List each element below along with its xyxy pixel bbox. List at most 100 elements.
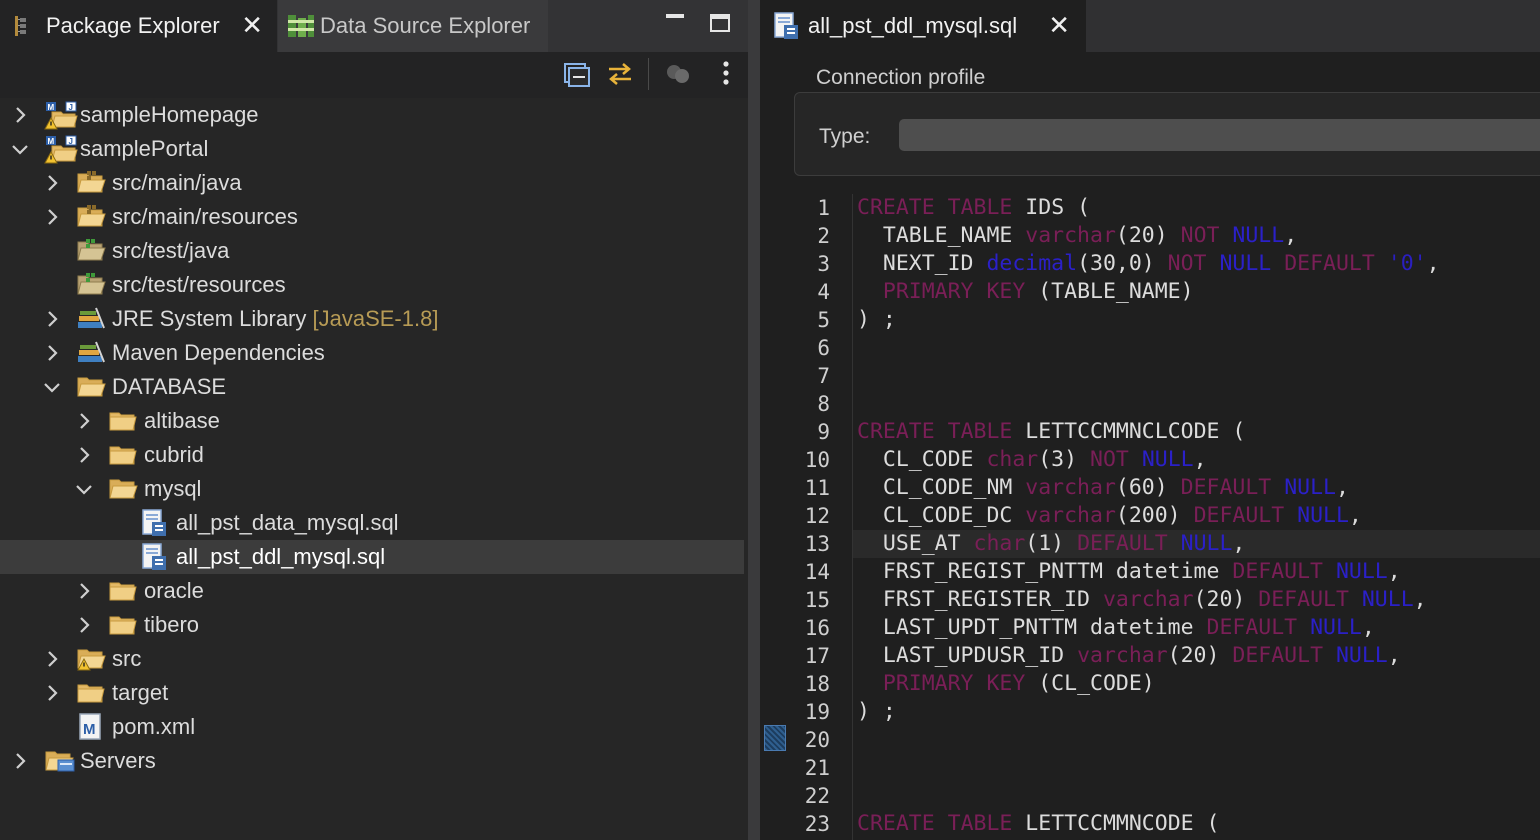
tree-item[interactable]: tibero [0,608,744,642]
sql-keyword: KEY [986,279,1026,304]
line-number: 18 [804,672,830,696]
code-text: , [1387,643,1401,668]
code-line: LAST_UPDUSR_ID varchar(20) DEFAULT NULL, [857,642,1540,670]
code-text: , [1426,251,1440,276]
sql-keyword: PRIMARY [882,279,974,304]
code-text: NEXT_ID [857,251,987,276]
tree-item[interactable]: src/main/resources [0,200,744,234]
library-icon [76,304,106,332]
code-text: (20) [1167,643,1233,668]
test-source-folder-icon [76,236,106,264]
tree-item-label: JRE System Library [JavaSE-1.8] [112,306,439,331]
svg-text:J: J [69,103,73,112]
focus-on-active-task-icon[interactable] [664,60,692,88]
code-text: , [1413,587,1427,612]
tree-item[interactable]: src/main/java [0,166,744,200]
connection-type-dropdown[interactable] [899,119,1540,151]
chevron-right-icon[interactable] [42,649,62,669]
tree-item[interactable]: M JsamplePortal [0,132,744,166]
chevron-right-icon[interactable] [42,309,62,329]
sql-null-keyword: decimal [986,251,1078,276]
tab-data-source-explorer[interactable]: Data Source Explorer [278,0,548,52]
code-line: CL_CODE_NM varchar(60) DEFAULT NULL, [857,474,1540,502]
tree-item[interactable]: M JsampleHomepage [0,98,744,132]
chevron-down-icon[interactable] [74,479,94,499]
chevron-right-icon[interactable] [42,173,62,193]
sql-keyword: PRIMARY [882,671,974,696]
code-line: PRIMARY KEY (TABLE_NAME) [857,278,1540,306]
maven-project-warning-icon: MJ [44,134,78,164]
tree-item[interactable]: all_pst_data_mysql.sql [0,506,744,540]
sql-keyword: varchar [1025,503,1116,528]
sql-keyword: TABLE [947,195,1013,220]
chevron-right-icon[interactable] [10,751,30,771]
folder-warning-icon [76,644,106,672]
tree-item[interactable]: Servers [0,744,744,778]
code-text: (20) [1193,587,1259,612]
code-line: CREATE TABLE LETTCCMMNCLCODE ( [857,418,1540,446]
line-number: 20 [804,728,830,752]
chevron-right-icon[interactable] [74,615,94,635]
tree-item[interactable]: src [0,642,744,676]
editor-tab-bar: all_pst_ddl_mysql.sql ✕ [760,0,1540,52]
code-text: TABLE_NAME [857,223,1026,248]
tree-item[interactable]: Maven Dependencies [0,336,744,370]
sql-keyword: varchar [1025,223,1116,248]
chevron-down-icon[interactable] [10,139,30,159]
collapse-all-icon[interactable] [563,60,591,88]
code-line: NEXT_ID decimal(30,0) NOT NULL DEFAULT '… [857,250,1540,278]
code-area[interactable]: CREATE TABLE IDS ( TABLE_NAME varchar(20… [852,194,1540,840]
chevron-right-icon[interactable] [42,207,62,227]
tab-package-explorer[interactable]: Package Explorer ✕ [0,0,277,52]
chevron-right-icon[interactable] [42,343,62,363]
tree-item[interactable]: src/test/resources [0,268,744,302]
tree-item-label: src [112,646,142,671]
close-editor-icon[interactable]: ✕ [1048,10,1070,40]
link-with-editor-icon[interactable] [605,60,633,88]
chevron-right-icon[interactable] [10,105,30,125]
tree-item[interactable]: Mpom.xml [0,710,744,744]
code-text: LAST_UPDT_PNTTM datetime [857,615,1207,640]
tree-item[interactable]: cubrid [0,438,744,472]
chevron-down-icon[interactable] [42,377,62,397]
code-text: (1) [1025,531,1078,556]
code-text: LETTCCMMNCLCODE ( [1012,419,1246,444]
code-text: ) ; [857,699,896,724]
sql-keyword: CREATE [857,419,935,444]
editor-tab-all-pst-ddl-mysql[interactable]: all_pst_ddl_mysql.sql ✕ [760,0,1086,52]
tree-item[interactable]: mysql [0,472,744,506]
minimize-view-button[interactable] [666,14,684,18]
tree-item[interactable]: DATABASE [0,370,744,404]
sql-keyword: DEFAULT [1180,475,1272,500]
tree-item[interactable]: JRE System Library [JavaSE-1.8] [0,302,744,336]
line-number: 23 [804,812,830,836]
tree-item[interactable]: altibase [0,404,744,438]
source-folder-icon [76,202,106,230]
chevron-right-icon[interactable] [74,581,94,601]
sql-keyword: varchar [1102,587,1194,612]
code-text: USE_AT [857,531,974,556]
line-number: 7 [817,364,830,388]
sql-null-keyword: NULL [1310,615,1362,640]
tree-item[interactable]: src/test/java [0,234,744,268]
view-splitter[interactable] [748,0,760,840]
tree-item-label: DATABASE [112,374,227,399]
maximize-view-button[interactable] [710,14,730,32]
view-menu-icon[interactable] [712,60,740,88]
close-tab-icon[interactable]: ✕ [241,10,263,40]
chevron-right-icon[interactable] [74,411,94,431]
tree-item-label: oracle [144,578,204,603]
code-text: , [1348,503,1362,528]
chevron-right-icon[interactable] [42,683,62,703]
tree-item[interactable]: all_pst_ddl_mysql.sql [0,540,744,574]
tree-item[interactable]: oracle [0,574,744,608]
folder-icon [108,576,138,604]
code-text: , [1284,223,1298,248]
tree-item-label: pom.xml [112,714,196,739]
chevron-right-icon[interactable] [74,445,94,465]
tree-item[interactable]: target [0,676,744,710]
